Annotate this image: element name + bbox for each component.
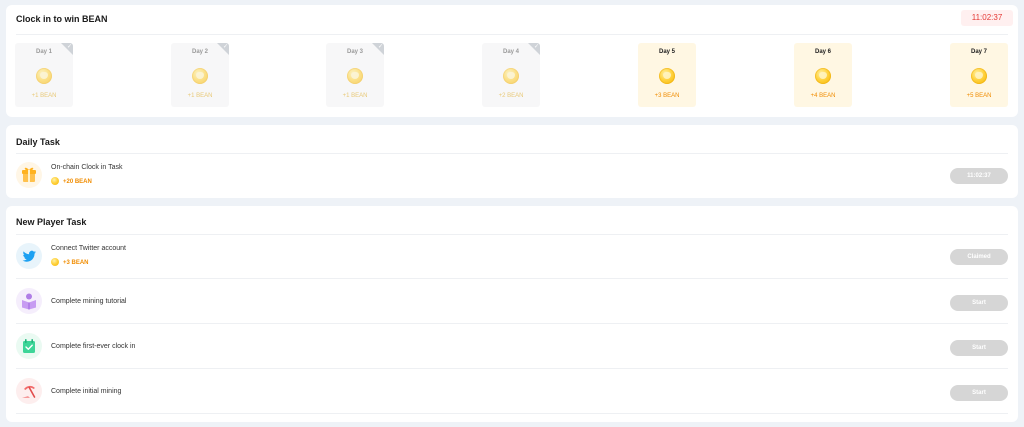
clockin-title: Clock in to win BEAN: [16, 14, 108, 24]
day-reward: +1 BEAN: [342, 93, 368, 99]
bean-coin-icon: [659, 68, 675, 84]
day-label: Day 7: [970, 49, 987, 55]
first-clockin-start-button[interactable]: Start: [950, 340, 1008, 356]
task-name: On-chain Clock in Task: [51, 164, 123, 171]
clockin-divider: [16, 34, 1008, 35]
new-player-task-title: New Player Task: [16, 217, 87, 227]
tasks-page: Clock in to win BEAN 11:02:37 ✓ Day 1 +1…: [0, 0, 1024, 427]
task-reward: +3 BEAN: [51, 258, 89, 267]
day-label: Day 4: [502, 49, 519, 55]
task-name: Complete initial mining: [51, 388, 122, 395]
day-label: Day 3: [346, 49, 363, 55]
row-divider: [16, 323, 1008, 324]
mining-tutorial-start-button[interactable]: Start: [950, 295, 1008, 311]
initial-mining-start-button[interactable]: Start: [950, 385, 1008, 401]
task-row-first-clockin: Complete first-ever clock in Start: [16, 325, 1008, 369]
day-label: Day 6: [814, 49, 831, 55]
twitter-icon: [16, 243, 42, 269]
day-reward: +1 BEAN: [31, 93, 57, 99]
bean-coin-icon: [51, 177, 59, 185]
day-card-2[interactable]: ✓ Day 2 +1 BEAN: [171, 43, 229, 107]
task-reward: +20 BEAN: [51, 177, 92, 186]
day-card-4[interactable]: ✓ Day 4 +2 BEAN: [482, 43, 540, 107]
day-card-3[interactable]: ✓ Day 3 +1 BEAN: [326, 43, 384, 107]
day-reward: +2 BEAN: [498, 93, 524, 99]
onchain-clockin-countdown-button[interactable]: 11:02:37: [950, 168, 1008, 184]
calendar-check-icon: [16, 333, 42, 359]
task-row-initial-mining: Complete initial mining Start: [16, 370, 1008, 414]
tutorial-book-icon: [16, 288, 42, 314]
task-row-onchain-clockin: On-chain Clock in Task +20 BEAN 11:02:37: [16, 154, 1008, 198]
bean-coin-icon: [971, 68, 987, 84]
task-reward-text: +20 BEAN: [63, 179, 92, 186]
task-row-connect-twitter: Connect Twitter account +3 BEAN Claimed: [16, 235, 1008, 279]
task-name: Complete mining tutorial: [51, 298, 127, 305]
day-label: Day 2: [191, 49, 208, 55]
day-card-6[interactable]: Day 6 +4 BEAN: [794, 43, 852, 107]
day-reward: +3 BEAN: [654, 93, 680, 99]
day-reward: +5 BEAN: [966, 93, 992, 99]
bean-coin-icon: [36, 68, 52, 84]
day-label: Day 5: [658, 49, 675, 55]
task-name: Complete first-ever clock in: [51, 343, 136, 350]
day-card-1[interactable]: ✓ Day 1 +1 BEAN: [15, 43, 73, 107]
bean-coin-icon: [815, 68, 831, 84]
day-card-7[interactable]: Day 7 +5 BEAN: [950, 43, 1008, 107]
clockin-card: Clock in to win BEAN 11:02:37 ✓ Day 1 +1…: [6, 5, 1018, 117]
pickaxe-icon: [16, 378, 42, 404]
task-name: Connect Twitter account: [51, 245, 126, 252]
daily-task-card: Daily Task On-chain Clock in Task +20 BE…: [6, 125, 1018, 198]
day-label: Day 1: [35, 49, 52, 55]
task-reward-text: +3 BEAN: [63, 260, 89, 267]
connect-twitter-claimed-button[interactable]: Claimed: [950, 249, 1008, 265]
clockin-countdown-badge: 11:02:37: [961, 10, 1013, 26]
bean-coin-icon: [347, 68, 363, 84]
bean-coin-icon: [503, 68, 519, 84]
row-divider: [16, 413, 1008, 414]
bean-coin-icon: [192, 68, 208, 84]
daily-task-title: Daily Task: [16, 137, 60, 147]
task-row-mining-tutorial: Complete mining tutorial Start: [16, 280, 1008, 324]
row-divider: [16, 278, 1008, 279]
gift-icon: [16, 162, 42, 188]
row-divider: [16, 368, 1008, 369]
day-card-5[interactable]: Day 5 +3 BEAN: [638, 43, 696, 107]
day-reward: +4 BEAN: [810, 93, 836, 99]
new-player-task-card: New Player Task Connect Twitter account …: [6, 206, 1018, 422]
bean-coin-icon: [51, 258, 59, 266]
day-reward: +1 BEAN: [187, 93, 213, 99]
